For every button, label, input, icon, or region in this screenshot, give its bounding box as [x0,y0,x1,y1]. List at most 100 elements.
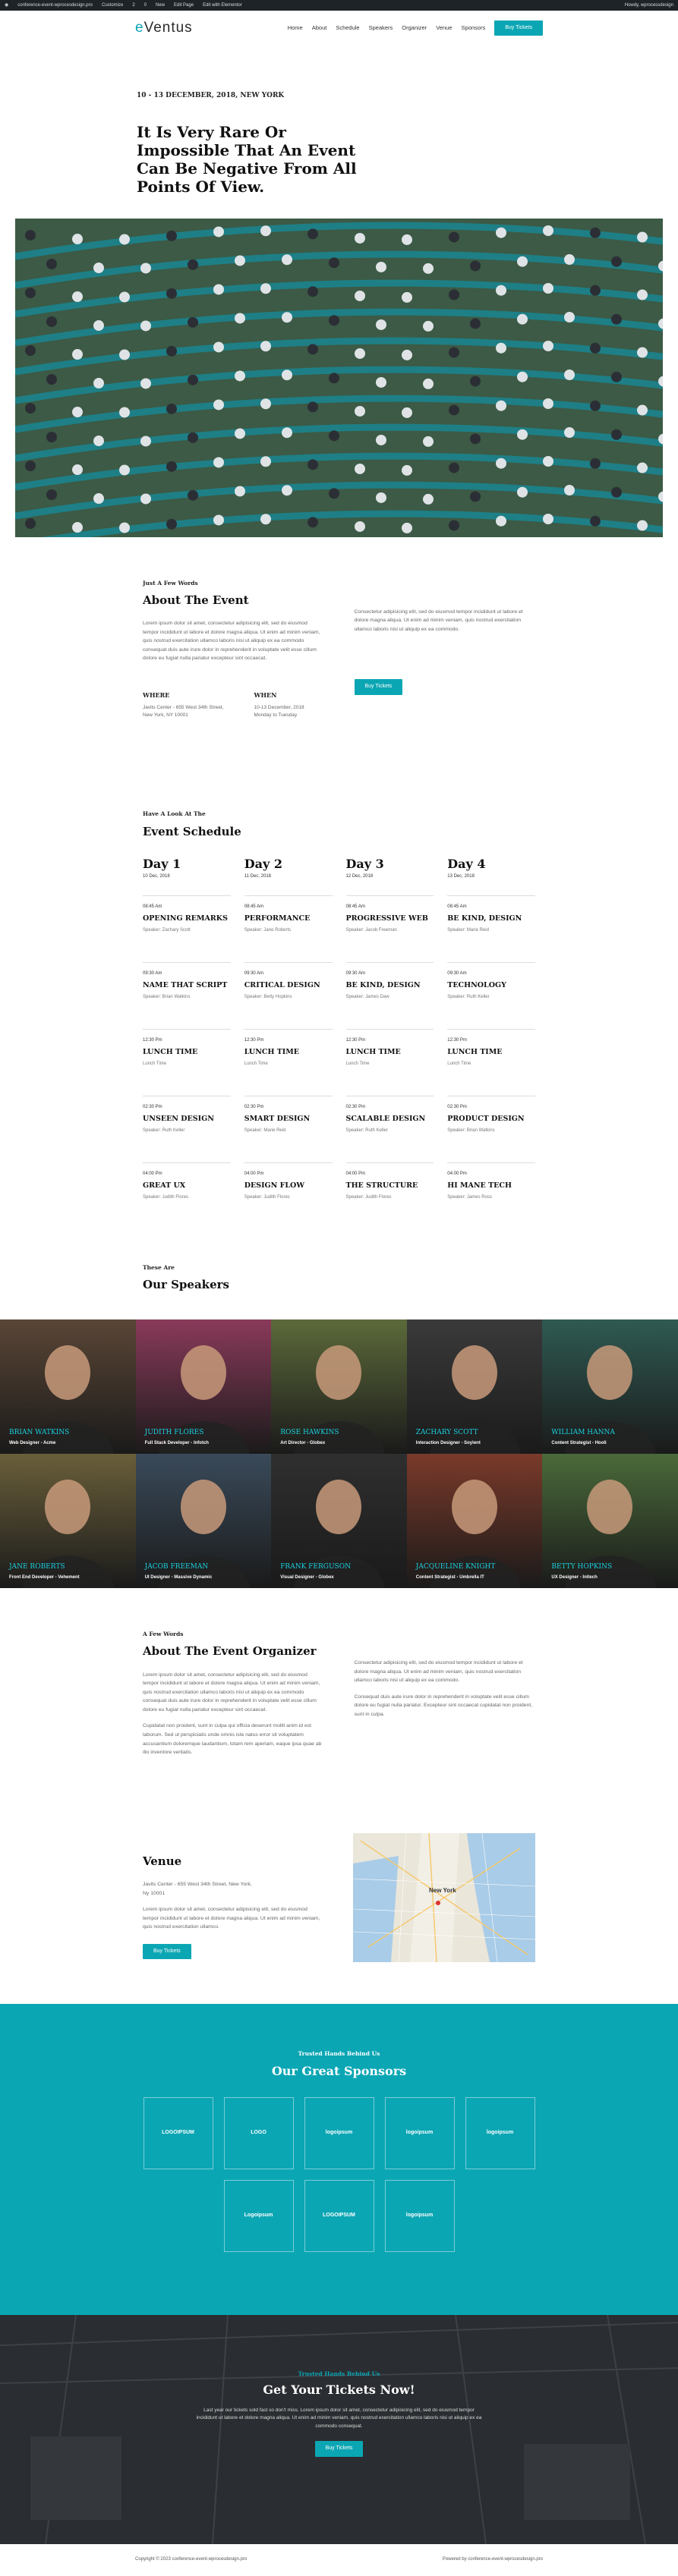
schedule-event[interactable]: 02:30 Pm SMART DESIGN Speaker: Marie Reid [244,1096,333,1162]
admin-elementor[interactable]: Edit with Elementor [203,2,242,9]
admin-new[interactable]: New [156,2,165,9]
schedule-event[interactable]: 09:30 Am BE KIND, DESIGN Speaker: James Da… [345,962,434,1029]
admin-edit-page[interactable]: Edit Page [174,2,194,9]
admin-bar: ◉ conference-event-wprocesdesign.pro Cus… [0,0,678,11]
schedule-event[interactable]: 08:45 Am OPENING REMARKS Speaker: Zachary … [143,895,231,962]
attendee [93,435,104,446]
attendee [119,406,130,417]
attendee [307,228,318,239]
day-title: Day 2 [244,857,282,872]
nav-sponsors[interactable]: Sponsors [462,24,486,32]
schedule-event[interactable]: 08:45 Am PERFORMANCE Speaker: Jane Roberts [244,895,333,962]
attendee [402,407,412,418]
schedule-event[interactable]: 08:45 Am PROGRESSIVE WEB Speaker: Jacob Fr… [345,895,434,962]
schedule-event[interactable]: 04:00 Pm GREAT UX Speaker: Judith Flores [143,1162,231,1229]
sponsor-logo[interactable]: logoipsum [384,2096,455,2169]
attendee [423,378,434,389]
sponsor-logo[interactable]: LOGO [223,2096,294,2169]
sponsor-logo[interactable]: logoipsum [304,2096,374,2169]
attendee [46,373,57,385]
speakers-kicker: These Are [143,1264,175,1272]
venue-title: Venue [143,1854,182,1868]
admin-howdy[interactable]: Howdy, wprocessdesign [625,2,673,9]
attendee [93,319,104,331]
attendee [260,513,271,524]
cta-buy-tickets-button[interactable]: Buy Tickets [314,2441,364,2457]
nav-about[interactable]: About [312,24,327,32]
schedule-event[interactable]: 04:00 Pm DESIGN FLOW Speaker: Judith Flore… [244,1162,333,1229]
sponsor-logo[interactable]: LOGOIPSUM [304,2179,374,2252]
schedule-event[interactable]: 02:30 Pm SCALABLE DESIGN Speaker: Ruth Kel… [345,1096,434,1162]
schedule-event[interactable]: 12:30 Pm LUNCH TIME Lunch Time [244,1029,333,1096]
attendee [188,489,198,501]
speaker-card[interactable]: ROSE HAWKINS Art Director - Globex [271,1319,407,1454]
speaker-card[interactable]: FRANK FERGUSON Visual Designer - Globex [271,1453,407,1588]
nav-schedule[interactable]: Schedule [336,24,359,32]
sponsor-logo[interactable]: Logoipsum [223,2179,294,2252]
venue-buy-tickets-button[interactable]: Buy Tickets [143,1943,191,1960]
admin-comments[interactable]: 0 [144,2,147,9]
speaker-card[interactable]: ZACHARY SCOTT Interaction Designer - Soyl… [406,1319,543,1454]
speaker-card[interactable]: BETTY HOPKINS UX Designer - Initech [542,1453,678,1588]
sponsor-logo[interactable]: logoipsum [465,2096,535,2169]
speaker-name: JACQUELINE KNIGHT [415,1563,496,1571]
venue-map[interactable]: New York [353,1832,535,1962]
attendee [140,435,151,446]
speaker-card[interactable]: WILLIAM HANNA Content Strategist - Hooli [542,1319,678,1454]
nav-organizer[interactable]: Organizer [402,24,427,32]
attendee [637,404,648,416]
schedule-event[interactable]: 09:30 Am TECHNOLOGY Speaker: Ruth Keller [447,962,535,1029]
event-title: PRODUCT DESIGN [447,1115,525,1124]
attendee [590,458,601,469]
schedule-event[interactable]: 12:30 Pm LUNCH TIME Lunch Time [447,1029,535,1096]
attendee [517,429,528,440]
nav-home[interactable]: Home [288,24,303,32]
sponsor-logo[interactable]: LOGOIPSUM [143,2096,213,2169]
footer-powered: Powered by conference-event-wprocesdesig… [442,2557,543,2562]
attendee [564,369,575,380]
sponsor-logo[interactable]: logoipsum [384,2179,455,2252]
schedule-event[interactable]: 09:30 Am NAME THAT SCRIPT Speaker: Brian W… [143,962,231,1029]
speaker-card[interactable]: JUDITH FLORES Full Stack Developer - Info… [135,1319,272,1454]
attendee [307,343,318,354]
admin-updates[interactable]: 2 [132,2,134,9]
schedule-event[interactable]: 02:30 Pm PRODUCT DESIGN Speaker: Brian Wat… [447,1096,535,1162]
nav-venue[interactable]: Venue [436,24,452,32]
attendee [72,464,83,475]
map-city-label: New York [429,1886,456,1894]
schedule-event[interactable]: 12:30 Pm LUNCH TIME Lunch Time [143,1029,231,1096]
header-buy-tickets-button[interactable]: Buy Tickets [494,20,543,36]
schedule-event[interactable]: 02:30 Pm UNSEEN DESIGN Speaker: Ruth Kelle… [143,1096,231,1162]
attendee [25,517,36,529]
schedule-event[interactable]: 08:45 Am BE KIND, DESIGN Speaker: Marie Re… [447,895,535,962]
speaker-card[interactable]: JACOB FREEMAN UI Designer - Massive Dynam… [135,1453,272,1588]
attendee [260,225,271,236]
attendee [329,487,339,499]
attendee [329,256,339,268]
admin-customize[interactable]: Customize [102,2,123,9]
attendee [496,400,506,411]
about-buy-tickets-button[interactable]: Buy Tickets [354,679,403,695]
event-speaker: Speaker: Betty Hopkins [244,995,292,1000]
schedule-event[interactable]: 04:00 Pm HI MANE TECH Speaker: James Ross [447,1162,535,1229]
attendee [166,230,177,241]
footer-copyright: Copyright © 2023 conference-event-wproce… [135,2557,248,2562]
site-logo[interactable]: eVentus [135,17,193,39]
speaker-card[interactable]: JANE ROBERTS Front End Developer - Veheme… [0,1453,136,1588]
schedule-event[interactable]: 04:00 Pm THE STRUCTURE Speaker: Judith Flo… [345,1162,434,1229]
attendee [282,369,292,380]
event-time: 04:00 Pm [143,1172,162,1177]
event-time: 09:30 Am [447,971,467,977]
event-time: 04:00 Pm [447,1172,467,1177]
speaker-card[interactable]: JACQUELINE KNIGHT Content Strategist - Um… [406,1453,543,1588]
admin-site-link[interactable]: conference-event-wprocesdesign.pro [17,2,93,9]
schedule-event[interactable]: 12:30 Pm LUNCH TIME Lunch Time [345,1029,434,1096]
nav-speakers[interactable]: Speakers [369,24,393,32]
attendee [72,521,83,533]
speaker-card[interactable]: BRIAN WATKINS Web Designer - Acme [0,1319,136,1454]
speaker-role: UX Designer - Initech [551,1574,598,1580]
schedule-event[interactable]: 09:30 Am CRITICAL DESIGN Speaker: Betty Ho… [244,962,333,1029]
wp-logo-icon[interactable]: ◉ [5,2,8,9]
attendee [564,484,575,495]
site-footer: Copyright © 2023 conference-event-wproce… [0,2544,678,2576]
